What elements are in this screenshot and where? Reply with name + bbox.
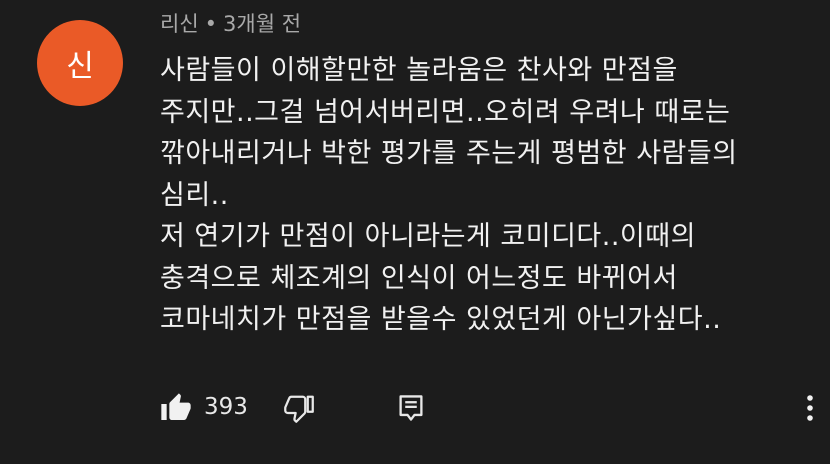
thumbs-up-icon [161,393,191,420]
comment-time: 3개월 전 [223,12,302,36]
more-vertical-icon [807,395,813,421]
author-name[interactable]: 리신 [160,12,199,36]
more-options-button[interactable] [795,388,825,428]
reply-button[interactable] [397,388,437,428]
avatar-initial: 신 [66,49,94,84]
thumbs-down-icon [284,395,314,423]
comment-line: 사람들이 이해할만한 놀라움은 찬사와 만점을 [160,55,678,86]
like-count: 393 [204,394,248,420]
comment-line: 주지만..그걸 넘어서버리면..오히려 우려나 때로는 [160,96,731,128]
reply-comment-icon [399,395,423,421]
comment-line: 코마네치가 만점을 받을수 있었던게 아닌가싶다.. [160,304,722,335]
dislike-button[interactable] [284,388,324,428]
comment-line: 깎아내리거나 박한 평가를 주는게 평범한 사람들의 [160,138,738,169]
comment-item: 신 리신 • 3개월 전 사람들이 이해할만한 놀라움은 찬사와 만점을 주지만..… [0,0,830,464]
comment-line: 충격으로 체조계의 인식이 어느정도 바뀌어서 [160,262,678,294]
comment-text: 사람들이 이해할만한 놀라움은 찬사와 만점을 주지만..그걸 넘어서버리면..… [160,50,820,341]
comment-meta: 리신 • 3개월 전 [160,8,301,38]
comment-line: 심리.. [160,179,229,211]
comment-line: 저 연기가 만점이 아니라는게 코미디다..이때의 [160,221,696,252]
avatar[interactable]: 신 [37,20,123,106]
meta-separator: • [204,12,218,36]
like-button[interactable] [160,388,200,428]
comment-actions: 393 [160,388,820,428]
